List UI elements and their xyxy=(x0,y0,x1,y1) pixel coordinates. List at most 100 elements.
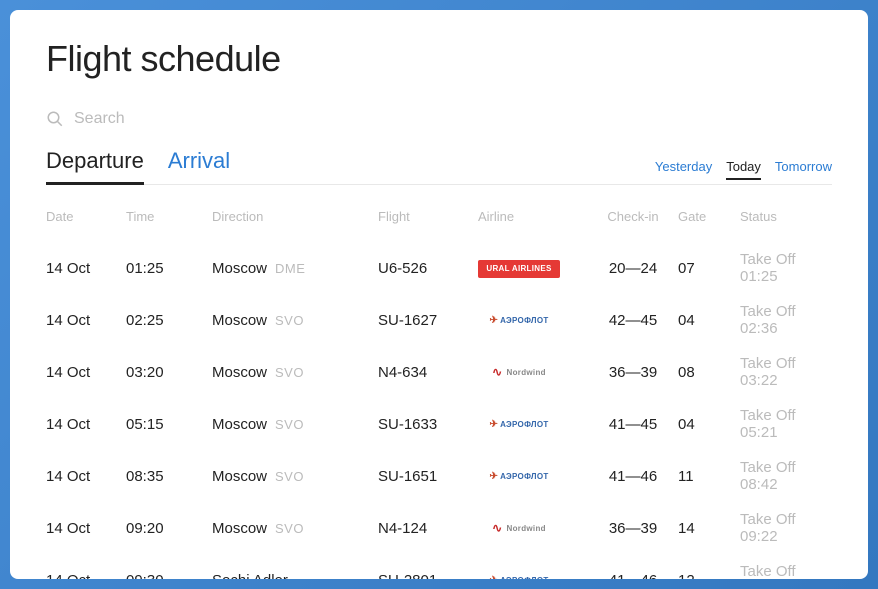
cell-airline: ∿Nordwind xyxy=(478,363,588,381)
search-input[interactable] xyxy=(74,110,832,128)
direction-city: Moscow xyxy=(212,416,267,433)
direction-tabs: Departure Arrival xyxy=(46,148,230,184)
cell-direction: Moscow SVO xyxy=(212,364,372,381)
airport-code: SVO xyxy=(275,521,304,536)
table-row[interactable]: 14 Oct 03:20 Moscow SVO N4-634 ∿Nordwind… xyxy=(46,346,832,398)
tab-arrival[interactable]: Arrival xyxy=(168,148,230,184)
cell-gate: 08 xyxy=(678,364,734,381)
airport-code: DME xyxy=(275,261,305,276)
cell-time: 03:20 xyxy=(126,364,206,381)
cell-direction: Moscow SVO xyxy=(212,312,372,329)
col-date: Date xyxy=(46,209,120,224)
cell-flight: N4-124 xyxy=(378,520,472,537)
cell-date: 14 Oct xyxy=(46,468,120,485)
table-row[interactable]: 14 Oct 05:15 Moscow SVO SU-1633 ✈АЭРОФЛО… xyxy=(46,398,832,450)
cell-direction: Moscow SVO xyxy=(212,416,372,433)
cell-gate: 04 xyxy=(678,312,734,329)
page-title: Flight schedule xyxy=(46,38,832,80)
airline-logo-aeroflot: ✈АЭРОФЛОТ xyxy=(478,468,560,486)
direction-city: Sochi Adler xyxy=(212,572,288,580)
cell-airline: ✈АЭРОФЛОТ xyxy=(478,466,588,486)
cell-status: Take Off 09:38 xyxy=(740,563,832,579)
col-status: Status xyxy=(740,209,832,224)
table-row[interactable]: 14 Oct 01:25 Moscow DME U6-526 URAL AIRL… xyxy=(46,242,832,294)
cell-flight: SU-1627 xyxy=(378,312,472,329)
cell-time: 02:25 xyxy=(126,312,206,329)
cell-airline: ✈АЭРОФЛОТ xyxy=(478,570,588,579)
cell-flight: U6-526 xyxy=(378,260,472,277)
search-icon xyxy=(46,110,64,128)
cell-date: 14 Oct xyxy=(46,364,120,381)
cell-time: 05:15 xyxy=(126,416,206,433)
cell-gate: 12 xyxy=(678,572,734,580)
airport-code: SVO xyxy=(275,469,304,484)
cell-checkin: 41—45 xyxy=(594,416,672,433)
airport-code: SVO xyxy=(275,365,304,380)
cell-checkin: 41—46 xyxy=(594,468,672,485)
direction-city: Moscow xyxy=(212,312,267,329)
cell-airline: ✈АЭРОФЛОТ xyxy=(478,414,588,434)
cell-direction: Moscow SVO xyxy=(212,468,372,485)
cell-date: 14 Oct xyxy=(46,572,120,580)
schedule-card: Flight schedule Departure Arrival Yester… xyxy=(10,10,868,579)
col-direction: Direction xyxy=(212,209,372,224)
cell-gate: 14 xyxy=(678,520,734,537)
cell-status: Take Off 08:42 xyxy=(740,459,832,493)
tab-departure[interactable]: Departure xyxy=(46,148,144,184)
cell-gate: 07 xyxy=(678,260,734,277)
cell-flight: N4-634 xyxy=(378,364,472,381)
table-row[interactable]: 14 Oct 08:35 Moscow SVO SU-1651 ✈АЭРОФЛО… xyxy=(46,450,832,502)
airline-logo-aeroflot: ✈АЭРОФЛОТ xyxy=(478,416,560,434)
cell-flight: SU-1651 xyxy=(378,468,472,485)
airline-logo-ural: URAL AIRLINES xyxy=(478,260,560,278)
cell-airline: URAL AIRLINES xyxy=(478,258,588,278)
search-row xyxy=(46,110,832,128)
filter-tomorrow[interactable]: Tomorrow xyxy=(775,159,832,178)
filter-today[interactable]: Today xyxy=(726,159,761,178)
cell-flight: SU-1633 xyxy=(378,416,472,433)
cell-gate: 11 xyxy=(678,468,734,485)
col-gate: Gate xyxy=(678,209,734,224)
day-filters: Yesterday Today Tomorrow xyxy=(655,159,832,184)
cell-checkin: 42—45 xyxy=(594,312,672,329)
cell-time: 09:20 xyxy=(126,520,206,537)
airline-logo-aeroflot: ✈АЭРОФЛОТ xyxy=(478,312,560,330)
cell-date: 14 Oct xyxy=(46,416,120,433)
col-flight: Flight xyxy=(378,209,472,224)
table-row[interactable]: 14 Oct 09:20 Moscow SVO N4-124 ∿Nordwind… xyxy=(46,502,832,554)
cell-date: 14 Oct xyxy=(46,312,120,329)
col-time: Time xyxy=(126,209,206,224)
airline-logo-aeroflot: ✈АЭРОФЛОТ xyxy=(478,572,560,579)
cell-direction: Sochi Adler xyxy=(212,572,372,580)
airport-code: SVO xyxy=(275,313,304,328)
airline-logo-nordwind: ∿Nordwind xyxy=(478,519,560,537)
cell-gate: 04 xyxy=(678,416,734,433)
cell-airline: ∿Nordwind xyxy=(478,519,588,537)
cell-checkin: 36—39 xyxy=(594,364,672,381)
direction-city: Moscow xyxy=(212,260,267,277)
table-row[interactable]: 14 Oct 09:30 Sochi Adler SU-2801 ✈АЭРОФЛ… xyxy=(46,554,832,579)
filter-yesterday[interactable]: Yesterday xyxy=(655,159,712,178)
cell-checkin: 41—46 xyxy=(594,572,672,580)
direction-city: Moscow xyxy=(212,364,267,381)
table-headers: Date Time Direction Flight Airline Check… xyxy=(46,209,832,242)
cell-status: Take Off 02:36 xyxy=(740,303,832,337)
cell-date: 14 Oct xyxy=(46,520,120,537)
cell-time: 01:25 xyxy=(126,260,206,277)
cell-flight: SU-2801 xyxy=(378,572,472,580)
direction-city: Moscow xyxy=(212,468,267,485)
table-row[interactable]: 14 Oct 02:25 Moscow SVO SU-1627 ✈АЭРОФЛО… xyxy=(46,294,832,346)
cell-checkin: 36—39 xyxy=(594,520,672,537)
cell-airline: ✈АЭРОФЛОТ xyxy=(478,310,588,330)
cell-direction: Moscow SVO xyxy=(212,520,372,537)
cell-status: Take Off 09:22 xyxy=(740,511,832,545)
col-checkin: Check-in xyxy=(594,209,672,224)
cell-direction: Moscow DME xyxy=(212,260,372,277)
cell-status: Take Off 05:21 xyxy=(740,407,832,441)
airport-code: SVO xyxy=(275,417,304,432)
cell-time: 08:35 xyxy=(126,468,206,485)
direction-city: Moscow xyxy=(212,520,267,537)
cell-status: Take Off 03:22 xyxy=(740,355,832,389)
airline-logo-nordwind: ∿Nordwind xyxy=(478,363,560,381)
cell-date: 14 Oct xyxy=(46,260,120,277)
